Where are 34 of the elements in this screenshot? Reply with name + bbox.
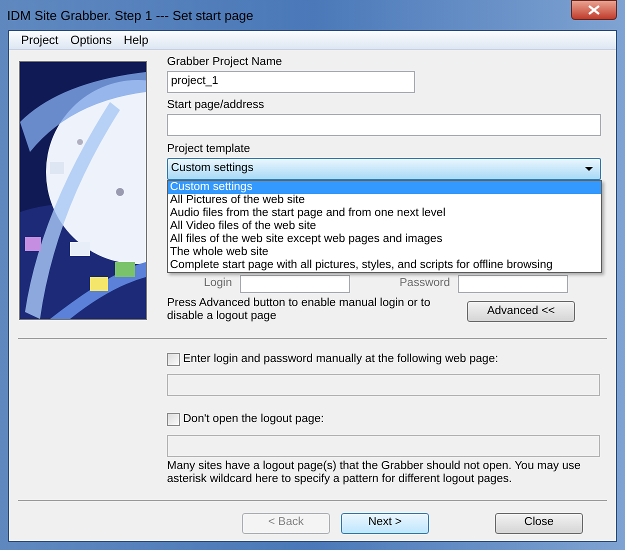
field-label: Password (398, 276, 451, 292)
menu-item[interactable]: Options (64, 31, 118, 49)
checkbox[interactable] (167, 413, 180, 426)
close-button[interactable] (571, 0, 617, 20)
dropdown-option[interactable]: All Pictures of the web site (168, 194, 601, 207)
login-field[interactable] (240, 275, 350, 293)
project-name-field[interactable]: project_1 (167, 71, 415, 93)
field-label: Login (202, 276, 233, 292)
checkbox[interactable] (167, 353, 180, 366)
advanced-button[interactable]: Advanced << (467, 301, 575, 322)
dropdown-option[interactable]: Complete start page with all pictures, styles, and scripts for offline browsing (168, 259, 601, 272)
field-label: Start page/address (167, 98, 266, 112)
start-page-field[interactable] (167, 114, 601, 136)
dropdown-option[interactable]: Audio files from the start page and from one next level (168, 207, 601, 220)
field-label: Project template (167, 142, 252, 156)
advanced-hint: Press Advanced button to enable manual login or to disable a logout page (167, 297, 432, 323)
template-dropdown[interactable]: Custom settings (167, 158, 601, 180)
wizard-button[interactable]: Next > (341, 512, 429, 534)
logout-page-field[interactable] (167, 434, 600, 456)
checkbox-label: Don't open the logout page: (183, 412, 324, 428)
dropdown-option[interactable]: The whole web site (168, 246, 601, 259)
checkbox-label: Enter login and password manually at the following web page: (183, 352, 498, 367)
dropdown-option[interactable]: All files of the web site except web pages and images (168, 233, 601, 246)
password-field[interactable] (458, 275, 568, 293)
wizard-button[interactable]: Close (495, 512, 583, 534)
close-icon (588, 5, 600, 15)
window-title: IDM Site Grabber. Step 1 --- Set start page (7, 7, 254, 25)
logout-hint: Many sites have a logout page(s) that the Grabber should not open. You may use asterisk wildcard here to specify a pattern for different logout pages. (167, 460, 582, 486)
menu-item[interactable]: Project (15, 31, 64, 49)
field-label: Grabber Project Name (167, 55, 284, 69)
login-page-field[interactable] (167, 374, 600, 396)
dropdown-option[interactable]: All Video files of the web site (168, 220, 601, 233)
menu-item[interactable]: Help (118, 31, 154, 49)
caret-icon (585, 167, 593, 171)
